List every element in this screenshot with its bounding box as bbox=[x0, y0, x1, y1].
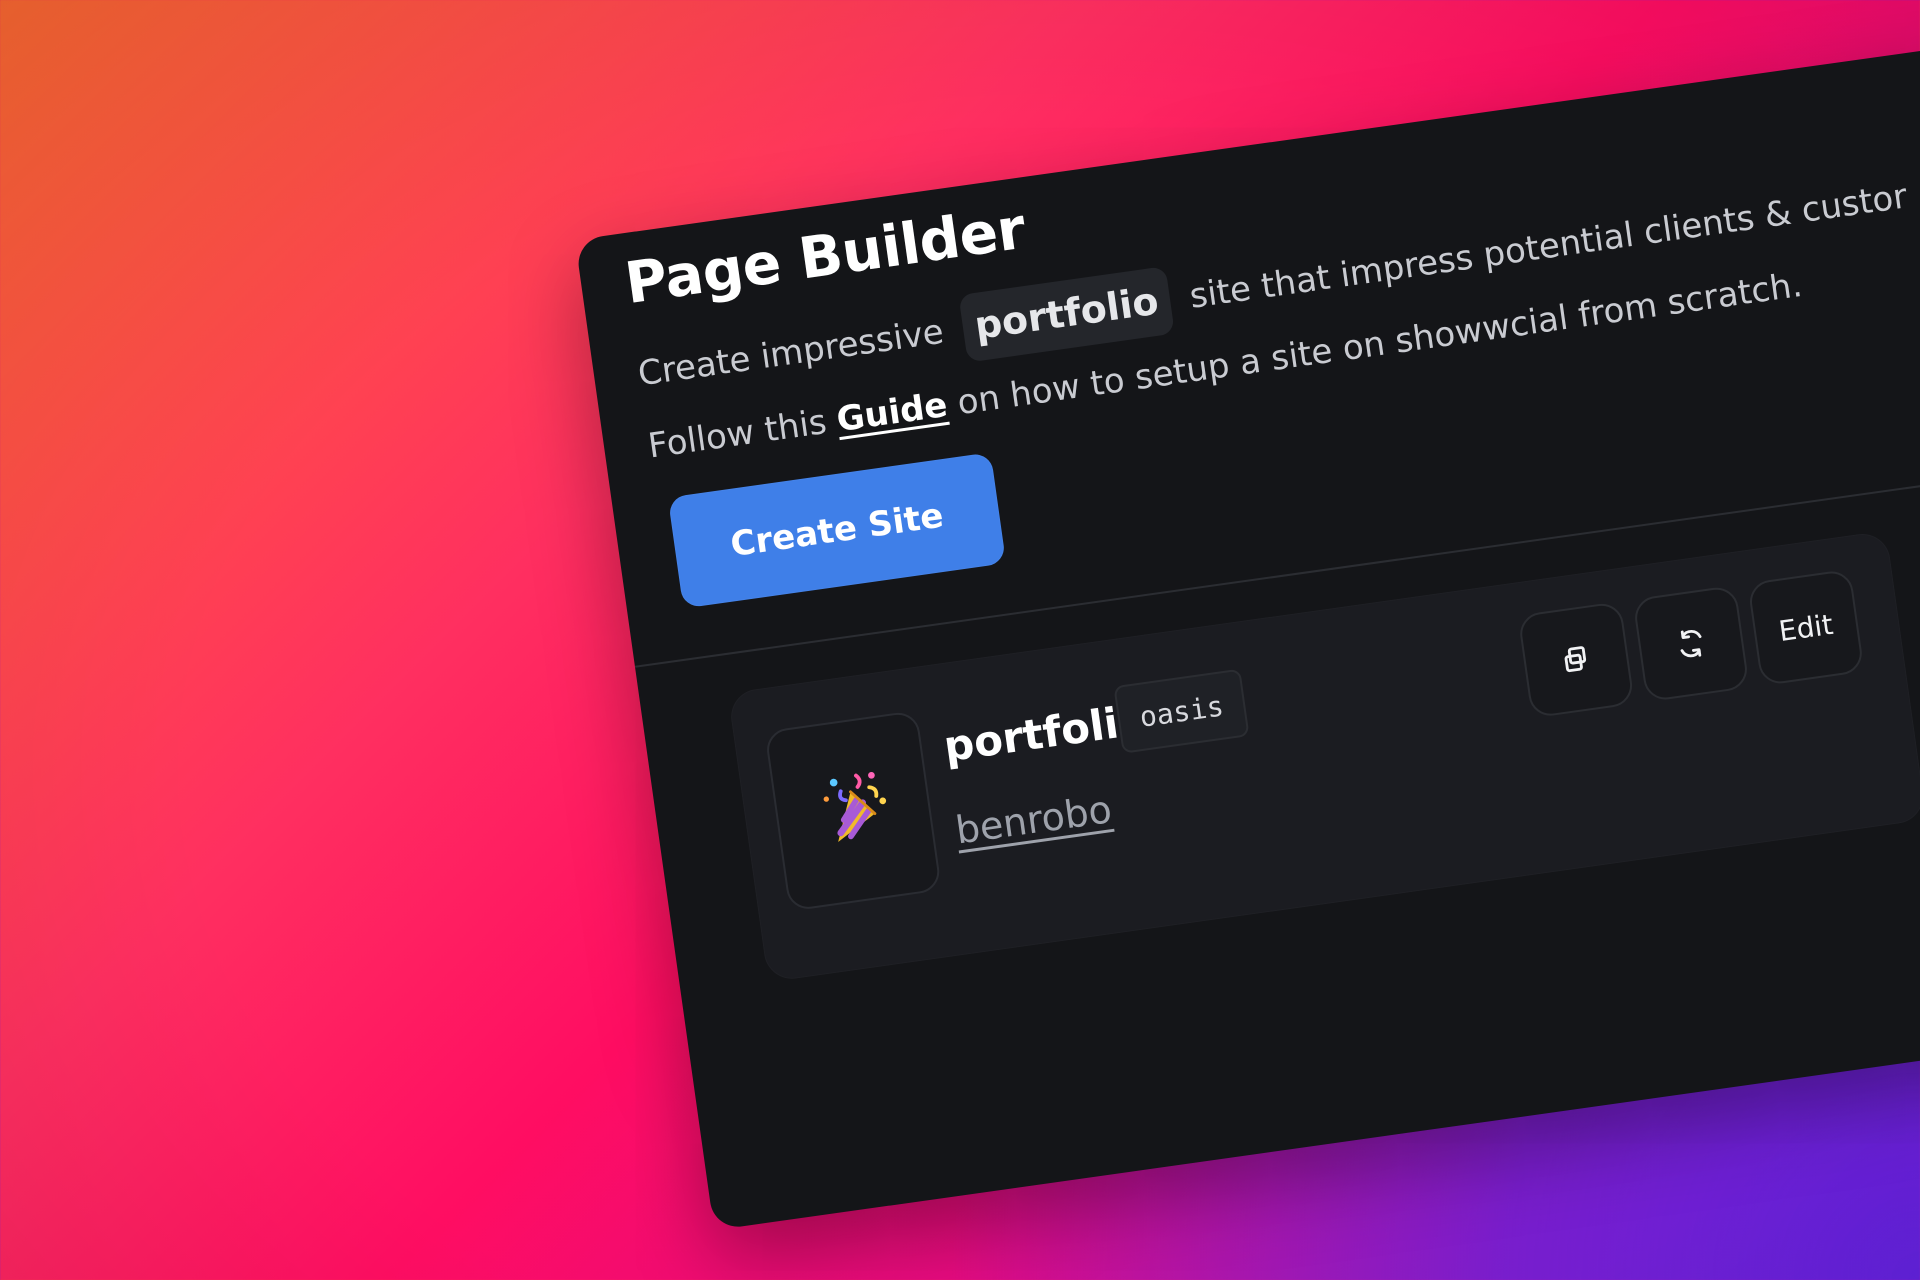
theme-badge: oasis bbox=[1113, 668, 1250, 754]
page-builder-panel: Page Builder Create impressive portfolio… bbox=[575, 22, 1920, 1231]
portfolio-chip: portfolio bbox=[958, 266, 1175, 363]
site-user-link[interactable]: benrobo bbox=[953, 787, 1115, 852]
guide-link[interactable]: Guide bbox=[834, 385, 950, 440]
party-popper-icon bbox=[823, 771, 887, 843]
duplicate-icon bbox=[1564, 646, 1587, 673]
refresh-site-button[interactable] bbox=[1632, 584, 1750, 703]
duplicate-site-button[interactable] bbox=[1517, 601, 1635, 719]
site-actions: Edit bbox=[1517, 568, 1865, 719]
description-prefix: Create impressive bbox=[635, 311, 947, 395]
create-site-button[interactable]: Create Site bbox=[667, 452, 1007, 609]
page-builder-panel-wrap: Page Builder Create impressive portfolio… bbox=[575, 22, 1920, 1231]
guide-prefix: Follow this bbox=[645, 401, 830, 467]
site-thumbnail[interactable] bbox=[764, 710, 943, 912]
site-card: portfolio oasis benrobo Edit bbox=[727, 530, 1920, 983]
edit-site-button[interactable]: Edit bbox=[1747, 568, 1865, 687]
refresh-icon bbox=[1680, 629, 1702, 658]
